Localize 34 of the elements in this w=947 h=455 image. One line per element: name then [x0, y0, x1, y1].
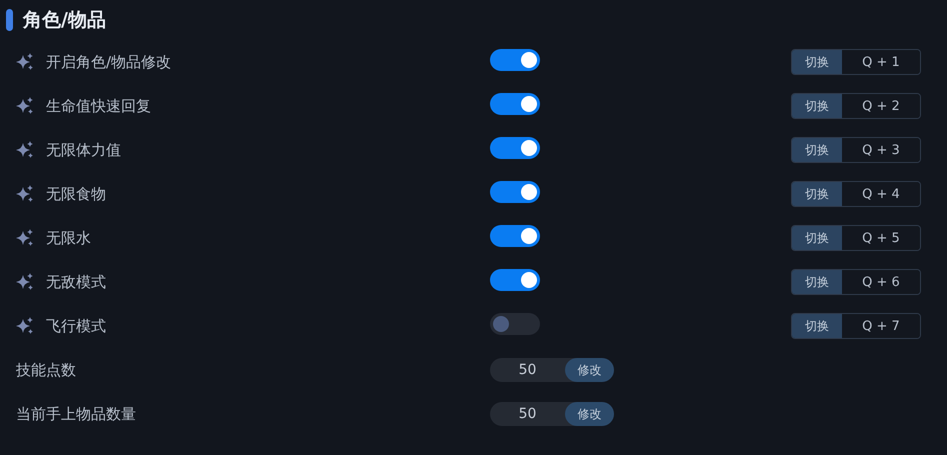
option-label: 无敌模式	[46, 272, 106, 292]
sparkle-icon	[16, 229, 34, 247]
toggle-hotkey-button[interactable]: 切换	[792, 50, 842, 74]
toggle-hotkey-button[interactable]: 切换	[792, 314, 842, 338]
toggle-switch[interactable]	[490, 181, 540, 203]
option-label: 无限体力值	[46, 140, 121, 160]
option-label: 飞行模式	[46, 316, 106, 336]
sparkle-icon	[16, 97, 34, 115]
toggle-switch[interactable]	[490, 269, 540, 291]
option-label: 无限食物	[46, 184, 106, 204]
sparkle-icon	[16, 141, 34, 159]
option-label: 当前手上物品数量	[16, 404, 137, 424]
toggle-hotkey-button[interactable]: 切换	[792, 270, 842, 294]
toggle-switch[interactable]	[490, 137, 540, 159]
toggle-switch[interactable]	[490, 313, 540, 335]
option-label: 技能点数	[16, 360, 77, 380]
section-title: 角色/物品	[23, 8, 106, 33]
toggle-hotkey-button[interactable]: 切换	[792, 182, 842, 206]
toggle-switch[interactable]	[490, 225, 540, 247]
toggle-hotkey-button[interactable]: 切换	[792, 226, 842, 250]
sparkle-icon	[16, 185, 34, 203]
option-label: 生命值快速回复	[46, 96, 151, 116]
sparkle-icon	[16, 273, 34, 291]
option-label: 无限水	[46, 228, 91, 248]
modify-button[interactable]: 修改	[565, 402, 614, 426]
sparkle-icon	[16, 53, 34, 71]
option-label: 开启角色/物品修改	[46, 52, 172, 72]
toggle-switch[interactable]	[490, 93, 540, 115]
accent-bar	[6, 9, 13, 31]
toggle-hotkey-button[interactable]: 切换	[792, 94, 842, 118]
toggle-hotkey-button[interactable]: 切换	[792, 138, 842, 162]
sparkle-icon	[16, 317, 34, 335]
modify-button[interactable]: 修改	[565, 358, 614, 382]
toggle-switch[interactable]	[490, 49, 540, 71]
